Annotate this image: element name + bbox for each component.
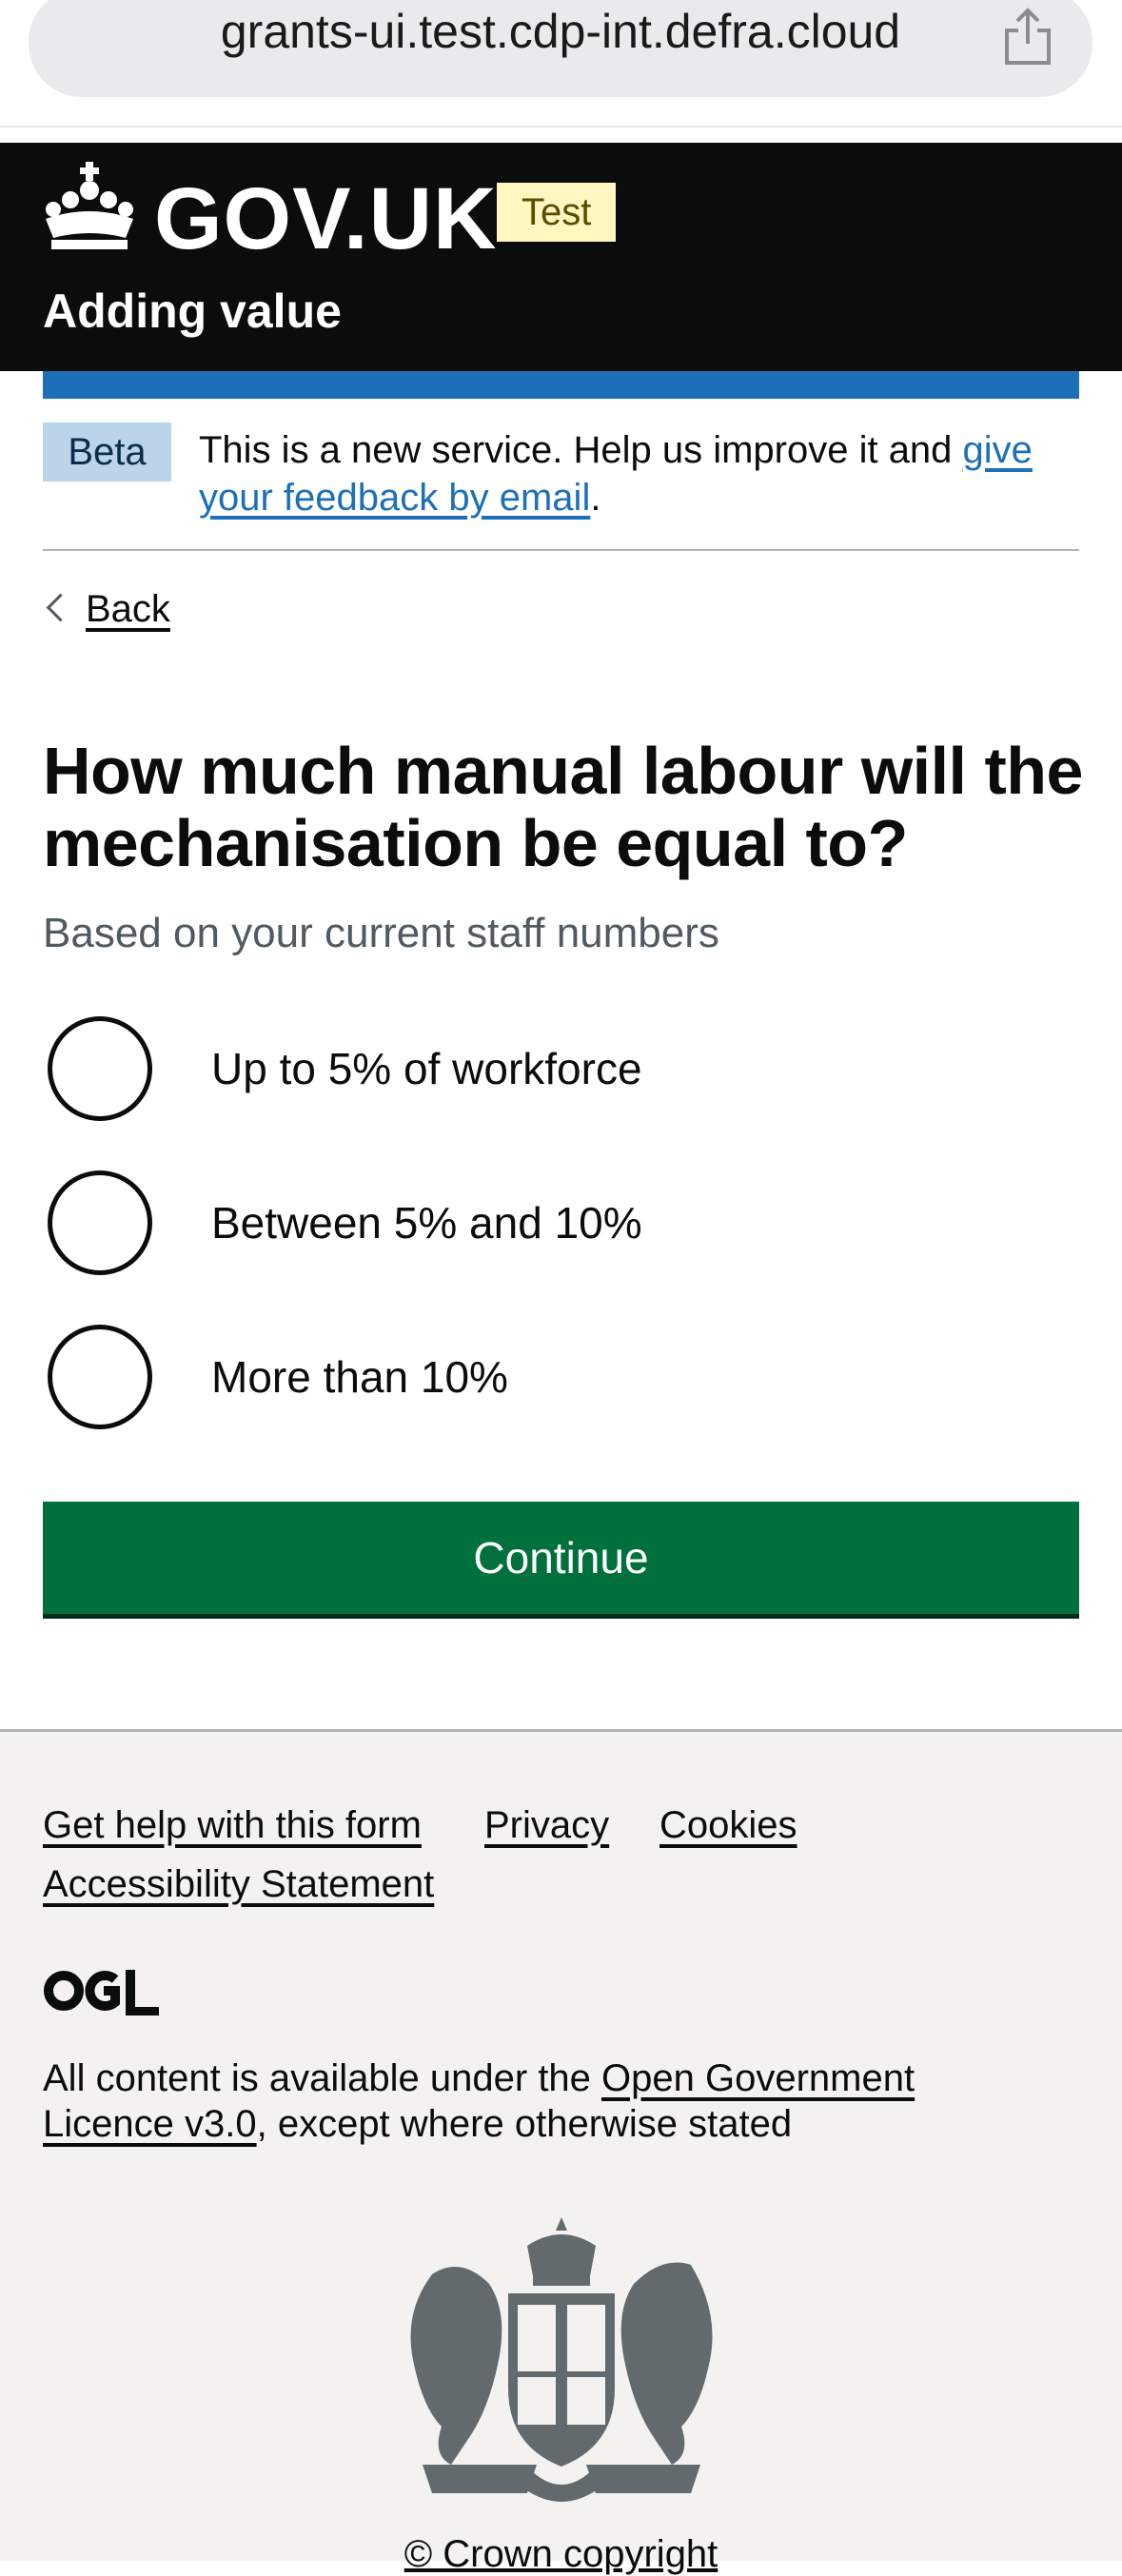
footer-link-accessibility[interactable]: Accessibility Statement [43, 1863, 434, 1906]
crown-copyright-link[interactable]: © Crown copyright [0, 2533, 1122, 2576]
footer-link-cookies[interactable]: Cookies [659, 1804, 797, 1847]
licence-text: All content is available under the Open … [43, 2055, 1052, 2147]
royal-coat-of-arms-icon [410, 2217, 713, 2502]
crown-icon [46, 162, 133, 249]
service-name[interactable]: Adding value [43, 284, 342, 339]
url-text: grants-ui.test.cdp-int.defra.cloud [220, 5, 901, 58]
browser-address-bar: grants-ui.test.cdp-int.defra.cloud [0, 0, 1122, 128]
url-field[interactable]: grants-ui.test.cdp-int.defra.cloud [29, 0, 1092, 97]
radio-option-up-to-5[interactable]: Up to 5% of workforce [48, 1016, 1075, 1131]
govuk-logo[interactable]: GOV.UK [154, 169, 497, 269]
phase-text-prefix: This is a new service. Help us improve i… [199, 429, 963, 471]
question-hint: Based on your current staff numbers [43, 910, 719, 956]
radio-button[interactable] [48, 1170, 152, 1275]
chevron-left-icon [46, 593, 75, 622]
govuk-header: GOV.UK Test Adding value [0, 143, 1122, 371]
back-link-label: Back [86, 588, 170, 630]
footer: Get help with this form Privacy Cookies … [0, 1729, 1122, 2575]
radio-option-5-to-10[interactable]: Between 5% and 10% [48, 1170, 1075, 1285]
radio-label[interactable]: Between 5% and 10% [211, 1197, 642, 1249]
radio-label[interactable]: More than 10% [211, 1351, 508, 1403]
radio-label[interactable]: Up to 5% of workforce [211, 1043, 642, 1094]
footer-link-help[interactable]: Get help with this form [43, 1804, 422, 1847]
radio-button[interactable] [48, 1016, 152, 1121]
question-heading: How much manual labour will the mechanis… [43, 734, 1083, 880]
back-link[interactable]: Back [43, 588, 170, 631]
phase-banner: Beta This is a new service. Help us impr… [43, 400, 1079, 551]
environment-tag: Test [497, 183, 617, 242]
share-icon[interactable] [999, 6, 1056, 67]
header-underline [43, 371, 1079, 399]
phase-banner-text: This is a new service. Help us improve i… [199, 426, 1074, 521]
footer-link-privacy[interactable]: Privacy [484, 1804, 609, 1847]
ogl-logo-icon [44, 1970, 159, 2016]
continue-button[interactable]: Continue [43, 1502, 1079, 1614]
licence-prefix: All content is available under the [43, 2057, 602, 2099]
phase-text-suffix: . [590, 477, 601, 519]
radio-button[interactable] [48, 1325, 152, 1429]
licence-suffix: , except where otherwise stated [256, 2103, 793, 2145]
beta-tag: Beta [43, 423, 171, 482]
radio-option-more-than-10[interactable]: More than 10% [48, 1325, 1075, 1439]
